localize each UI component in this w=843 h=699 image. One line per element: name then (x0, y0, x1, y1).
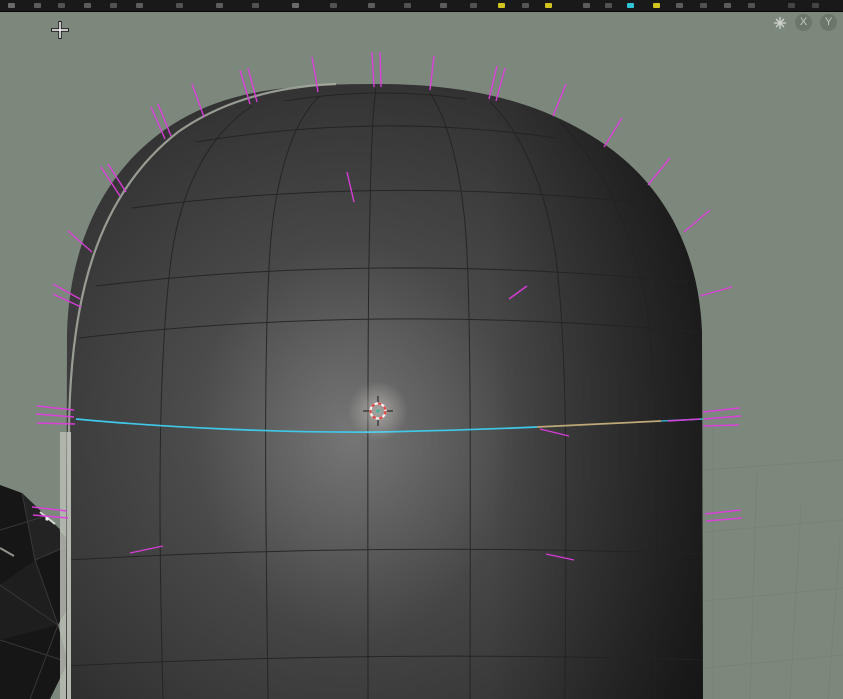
toolbar-icon[interactable] (292, 3, 299, 8)
blender-3d-viewport[interactable]: X Y (0, 0, 843, 699)
toolbar-icon[interactable] (34, 3, 41, 8)
axis-y-button[interactable]: Y (820, 14, 837, 31)
toolbar-icon[interactable] (788, 3, 795, 8)
toolbar-icon[interactable] (404, 3, 411, 8)
toolbar-icon[interactable] (58, 3, 65, 8)
3d-cursor (348, 381, 408, 441)
toggle-cyan-icon[interactable] (627, 3, 634, 8)
toolbar-icon[interactable] (216, 3, 223, 8)
toolbar-icon[interactable] (605, 3, 612, 8)
toggle-yellow-icon[interactable] (653, 3, 660, 8)
header-icon-strip (0, 0, 843, 12)
toolbar-icon[interactable] (583, 3, 590, 8)
toolbar-icon[interactable] (748, 3, 755, 8)
toolbar-icon[interactable] (110, 3, 117, 8)
navigation-gizmo: X Y (773, 14, 837, 31)
toolbar-icon[interactable] (368, 3, 375, 8)
toolbar-icon[interactable] (176, 3, 183, 8)
toggle-yellow-icon[interactable] (498, 3, 505, 8)
toolbar-icon[interactable] (84, 3, 91, 8)
toolbar-icon[interactable] (522, 3, 529, 8)
toggle-yellow-icon[interactable] (545, 3, 552, 8)
toolbar-icon[interactable] (700, 3, 707, 8)
gizmo-icon[interactable] (773, 16, 787, 30)
toolbar-icon[interactable] (724, 3, 731, 8)
toolbar-icon[interactable] (330, 3, 337, 8)
toolbar-icon[interactable] (676, 3, 683, 8)
toolbar-icon[interactable] (136, 3, 143, 8)
mesh-specular (195, 240, 515, 640)
toolbar-icon[interactable] (470, 3, 477, 8)
toolbar-icon[interactable] (440, 3, 447, 8)
toolbar-icon[interactable] (812, 3, 819, 8)
menu-icon[interactable] (8, 3, 15, 8)
viewport-canvas[interactable] (0, 0, 843, 699)
toolbar-icon[interactable] (252, 3, 259, 8)
axis-x-button[interactable]: X (795, 14, 812, 31)
